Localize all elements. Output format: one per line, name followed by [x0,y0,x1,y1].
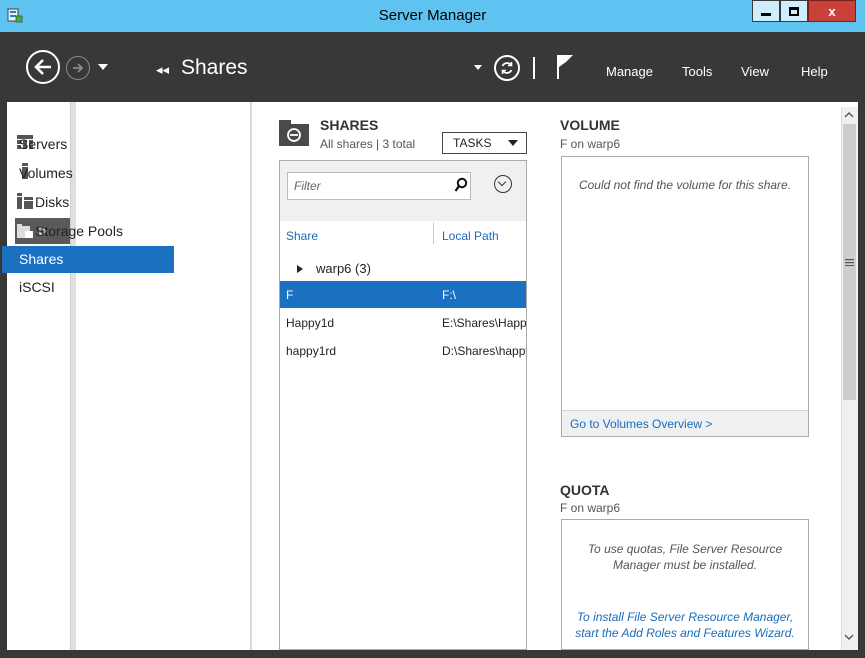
nav-item-iscsi[interactable]: iSCSI [2,274,174,301]
menu-manage[interactable]: Manage [606,64,653,79]
install-fsrm-link[interactable]: To install File Server Resource Manager,… [572,609,798,641]
nav-item-volumes[interactable]: Volumes [2,160,174,187]
menu-tools[interactable]: Tools [682,64,712,79]
share-path: E:\Shares\Happy1d [442,316,526,330]
header-bar [7,34,858,102]
nav-item-servers[interactable]: Servers [2,131,174,158]
breadcrumb-chevron-icon: ◂◂ [156,62,170,77]
menu-help[interactable]: Help [801,64,828,79]
maximize-button[interactable] [780,0,808,22]
shares-subtitle: All shares | 3 total [320,137,416,151]
table-row[interactable]: F F:\ [280,281,526,308]
table-row[interactable]: happy1rd D:\Shares\happy1rd [280,337,526,364]
close-icon: x [828,3,836,19]
quota-title: QUOTA [560,482,610,498]
share-name: Happy1d [286,316,335,330]
scroll-down-icon[interactable] [844,632,854,642]
back-button[interactable] [26,50,60,84]
maximize-icon [789,6,799,16]
refresh-button[interactable] [494,55,520,81]
nav-item-shares[interactable]: Shares [2,246,174,273]
window-title: Server Manager [378,7,487,24]
share-name: happy1rd [286,344,337,358]
volume-subtitle: F on warp6 [560,137,621,151]
refresh-icon [501,62,513,74]
scroll-up-icon[interactable] [844,110,854,120]
share-path: F:\ [442,288,456,302]
nav-splitter[interactable] [250,102,252,650]
notifications-flag-icon[interactable] [555,53,575,81]
scrollbar-grip-icon [845,259,854,266]
header-separator [533,57,535,79]
chevron-down-icon [508,140,518,146]
share-name: F [286,288,294,302]
quota-subtitle: F on warp6 [560,501,621,515]
arrow-right-icon [73,63,84,73]
share-path: D:\Shares\happy1rd [442,344,526,358]
expand-filter-icon[interactable] [494,175,512,193]
close-button[interactable]: x [808,0,856,22]
search-icon[interactable] [454,177,468,193]
volume-tile [561,156,809,437]
shares-title: SHARES [320,117,379,133]
quota-link-clip: To install File Server Resource Manager,… [561,600,809,650]
breadcrumb-dropdown-icon[interactable] [472,62,484,72]
column-header-share[interactable]: Share [286,229,318,243]
minimize-button[interactable] [752,0,780,22]
quota-message: To use quotas, File Server Resource Mana… [587,542,783,572]
collapse-triangle-icon[interactable] [297,265,303,273]
shares-folder-icon [279,120,309,146]
tasks-button[interactable]: TASKS [442,132,527,154]
volume-title: VOLUME [560,117,620,133]
breadcrumb-title: Shares [181,56,248,79]
group-header[interactable]: warp6 (3) [316,261,371,276]
nav-item-disks[interactable]: Disks [2,189,174,216]
menu-view[interactable]: View [741,64,769,79]
column-separator[interactable] [433,222,434,244]
history-dropdown-icon[interactable] [96,62,110,72]
column-header-local-path[interactable]: Local Path [442,229,499,243]
arrow-left-icon [34,59,51,75]
tasks-label: TASKS [453,136,492,150]
forward-button[interactable] [66,56,90,80]
nav-item-storage-pools[interactable]: Storage Pools [2,218,174,245]
table-row[interactable]: Happy1d E:\Shares\Happy1d [280,309,526,336]
filter-input[interactable]: Filter [287,172,471,200]
volume-message: Could not find the volume for this share… [578,178,792,192]
volumes-overview-link[interactable]: Go to Volumes Overview > [570,417,712,431]
minimize-icon [761,12,771,16]
